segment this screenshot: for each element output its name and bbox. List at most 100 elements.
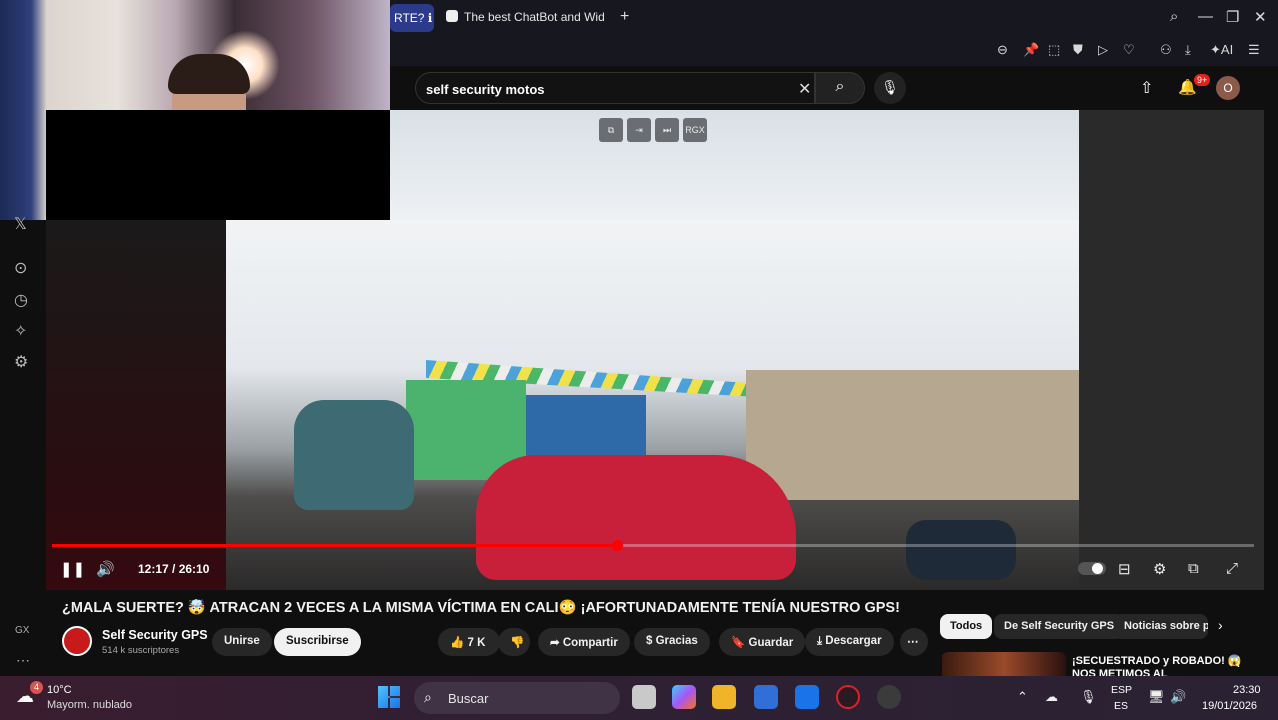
recommendation-title[interactable]: ¡SECUESTRADO y ROBADO! 😱 xyxy=(1072,654,1242,667)
miniplayer-icon[interactable]: ⧉ xyxy=(1188,560,1199,577)
progress-fill xyxy=(52,544,617,547)
tab-chatbot[interactable]: The best ChatBot and Wid xyxy=(446,10,606,24)
chip-all[interactable]: Todos xyxy=(940,614,993,639)
chip-news[interactable]: Noticias sobre p xyxy=(1114,614,1208,639)
sidebar-more-icon[interactable]: ⋯ xyxy=(16,652,30,669)
x-icon[interactable]: 𝕏 xyxy=(14,214,27,234)
settings-icon[interactable]: ⚙ xyxy=(14,352,28,372)
copilot-icon[interactable] xyxy=(672,685,696,709)
taskbar-search[interactable]: ⌕ Buscar xyxy=(414,682,620,714)
weather-temp[interactable]: 10°C xyxy=(47,684,72,696)
outlook-icon[interactable] xyxy=(795,685,819,709)
account-avatar[interactable]: O xyxy=(1216,76,1240,100)
thanks-button[interactable]: $ Gracias xyxy=(634,628,710,656)
popout-icon[interactable]: ⧉ xyxy=(599,118,623,142)
language-indicator-sub[interactable]: ES xyxy=(1114,700,1128,712)
tab-active-label: RTE? ℹ xyxy=(394,11,433,25)
volume-tray-icon[interactable]: 🔊 xyxy=(1170,689,1186,705)
pin-icon[interactable]: 📌 xyxy=(1023,42,1039,58)
video-player[interactable]: ⧉ ⇥ ⏭ RGX xyxy=(46,110,1264,590)
more-actions-button[interactable]: ⋯ xyxy=(900,628,928,656)
join-button[interactable]: Unirse xyxy=(212,628,272,656)
weather-desc[interactable]: Mayorm. nublado xyxy=(47,699,132,711)
gx-label[interactable]: GX xyxy=(15,625,29,636)
tray-expand-icon[interactable]: ⌃ xyxy=(1017,689,1028,705)
motorcycle xyxy=(906,520,1016,580)
history-icon[interactable]: ◷ xyxy=(14,290,28,310)
zoom-out-icon[interactable]: ⊖ xyxy=(997,42,1008,58)
dislike-button[interactable]: 👎 xyxy=(498,628,530,656)
player-icon[interactable]: ⊙ xyxy=(14,258,27,278)
ai-icon: ✦ xyxy=(1210,42,1221,57)
video-frame xyxy=(226,220,1079,590)
share-button[interactable]: ➦ Compartir xyxy=(538,628,630,656)
share-label: Compartir xyxy=(562,637,618,649)
onedrive-icon[interactable]: ☁ xyxy=(1045,689,1058,705)
wallet-icon[interactable]: ⚇ xyxy=(1160,42,1172,58)
windows-start-icon[interactable] xyxy=(378,686,400,708)
obs-icon[interactable] xyxy=(877,685,901,709)
thanks-icon: $ xyxy=(646,635,656,647)
youtube-header: ✕ ⌕ 🎙 ⇧ 🔔 9+ O xyxy=(390,66,1278,110)
video-right-pane xyxy=(1079,110,1264,590)
store-icon[interactable] xyxy=(754,685,778,709)
subtitles-icon[interactable]: ⊟ xyxy=(1118,560,1131,578)
teal-car xyxy=(294,400,414,510)
thumbs-up-icon: 👍 xyxy=(450,637,468,649)
screenshot-icon[interactable]: ⬚ xyxy=(1048,42,1060,58)
volume-icon[interactable]: 🔊 xyxy=(96,560,115,578)
maximize-icon[interactable]: ❐ xyxy=(1226,8,1239,26)
chip-from-channel[interactable]: De Self Security GPS xyxy=(994,614,1125,639)
pause-button[interactable]: ❚❚ xyxy=(60,560,85,578)
clock-time[interactable]: 23:30 xyxy=(1233,684,1261,696)
player-settings-icon[interactable]: ⚙ xyxy=(1153,560,1166,578)
recommendation-title-line2[interactable]: NOS METIMOS AL xyxy=(1072,668,1168,676)
snap-icon[interactable]: ⇥ xyxy=(627,118,651,142)
save-button[interactable]: 🔖 Guardar xyxy=(719,628,806,656)
microphone-icon[interactable]: 🎙 xyxy=(1080,689,1097,705)
like-count: 7 K xyxy=(467,637,486,649)
recommendation-menu-icon[interactable]: ⋮ xyxy=(1232,654,1245,670)
bookmark-icon: 🔖 xyxy=(731,637,749,649)
rgx-button[interactable]: RGX xyxy=(683,118,707,142)
shield-icon[interactable]: ⛊ xyxy=(1073,42,1083,58)
voice-search-button[interactable]: 🎙 xyxy=(874,72,906,104)
next-icon[interactable]: ⏭ xyxy=(655,118,679,142)
like-button[interactable]: 👍 7 K xyxy=(438,628,500,656)
language-indicator[interactable]: ESP xyxy=(1111,684,1132,696)
recommendation-thumbnail[interactable] xyxy=(942,652,1066,676)
channel-avatar[interactable] xyxy=(62,626,92,656)
new-tab-button[interactable]: + xyxy=(620,8,629,26)
menu-icon[interactable]: ☰ xyxy=(1248,42,1260,58)
extensions-icon[interactable]: ✧ xyxy=(14,321,27,341)
taskbar-search-icon: ⌕ xyxy=(424,689,432,705)
tab-active[interactable]: RTE? ℹ xyxy=(390,4,434,32)
close-icon[interactable]: ✕ xyxy=(1254,8,1267,26)
opera-gx-icon[interactable] xyxy=(836,685,860,709)
fullscreen-icon[interactable]: ⤢ xyxy=(1226,560,1238,577)
network-icon[interactable]: 🖥 xyxy=(1148,689,1165,705)
search-button[interactable]: ⌕ xyxy=(815,72,865,104)
download-icon[interactable]: ⤓ xyxy=(1185,42,1191,58)
ai-button[interactable]: ✦AI xyxy=(1210,42,1233,58)
task-view-icon[interactable] xyxy=(632,685,656,709)
channel-subscribers: 514 k suscriptores xyxy=(102,645,180,656)
subscribe-button[interactable]: Suscribirse xyxy=(274,628,361,656)
file-explorer-icon[interactable] xyxy=(712,685,736,709)
browser-search-icon[interactable]: ⌕ xyxy=(1170,8,1178,25)
clock-date[interactable]: 19/01/2026 xyxy=(1202,700,1257,712)
clear-search-icon[interactable]: ✕ xyxy=(798,79,811,99)
autoplay-toggle[interactable] xyxy=(1078,562,1106,575)
corner-building xyxy=(746,370,1079,500)
upload-icon[interactable]: ⇧ xyxy=(1140,78,1153,98)
video-sky xyxy=(390,110,1079,220)
download-button[interactable]: ⤓ Descargar xyxy=(805,628,894,656)
chips-next-icon[interactable]: › xyxy=(1218,617,1223,633)
progress-knob[interactable] xyxy=(611,540,623,551)
progress-bar[interactable] xyxy=(52,540,1254,551)
search-input[interactable] xyxy=(426,79,786,99)
heart-icon[interactable]: ♡ xyxy=(1123,42,1135,58)
channel-name[interactable]: Self Security GPS xyxy=(102,628,208,642)
play-icon[interactable]: ▷ xyxy=(1098,42,1108,58)
minimize-icon[interactable]: — xyxy=(1198,8,1213,25)
